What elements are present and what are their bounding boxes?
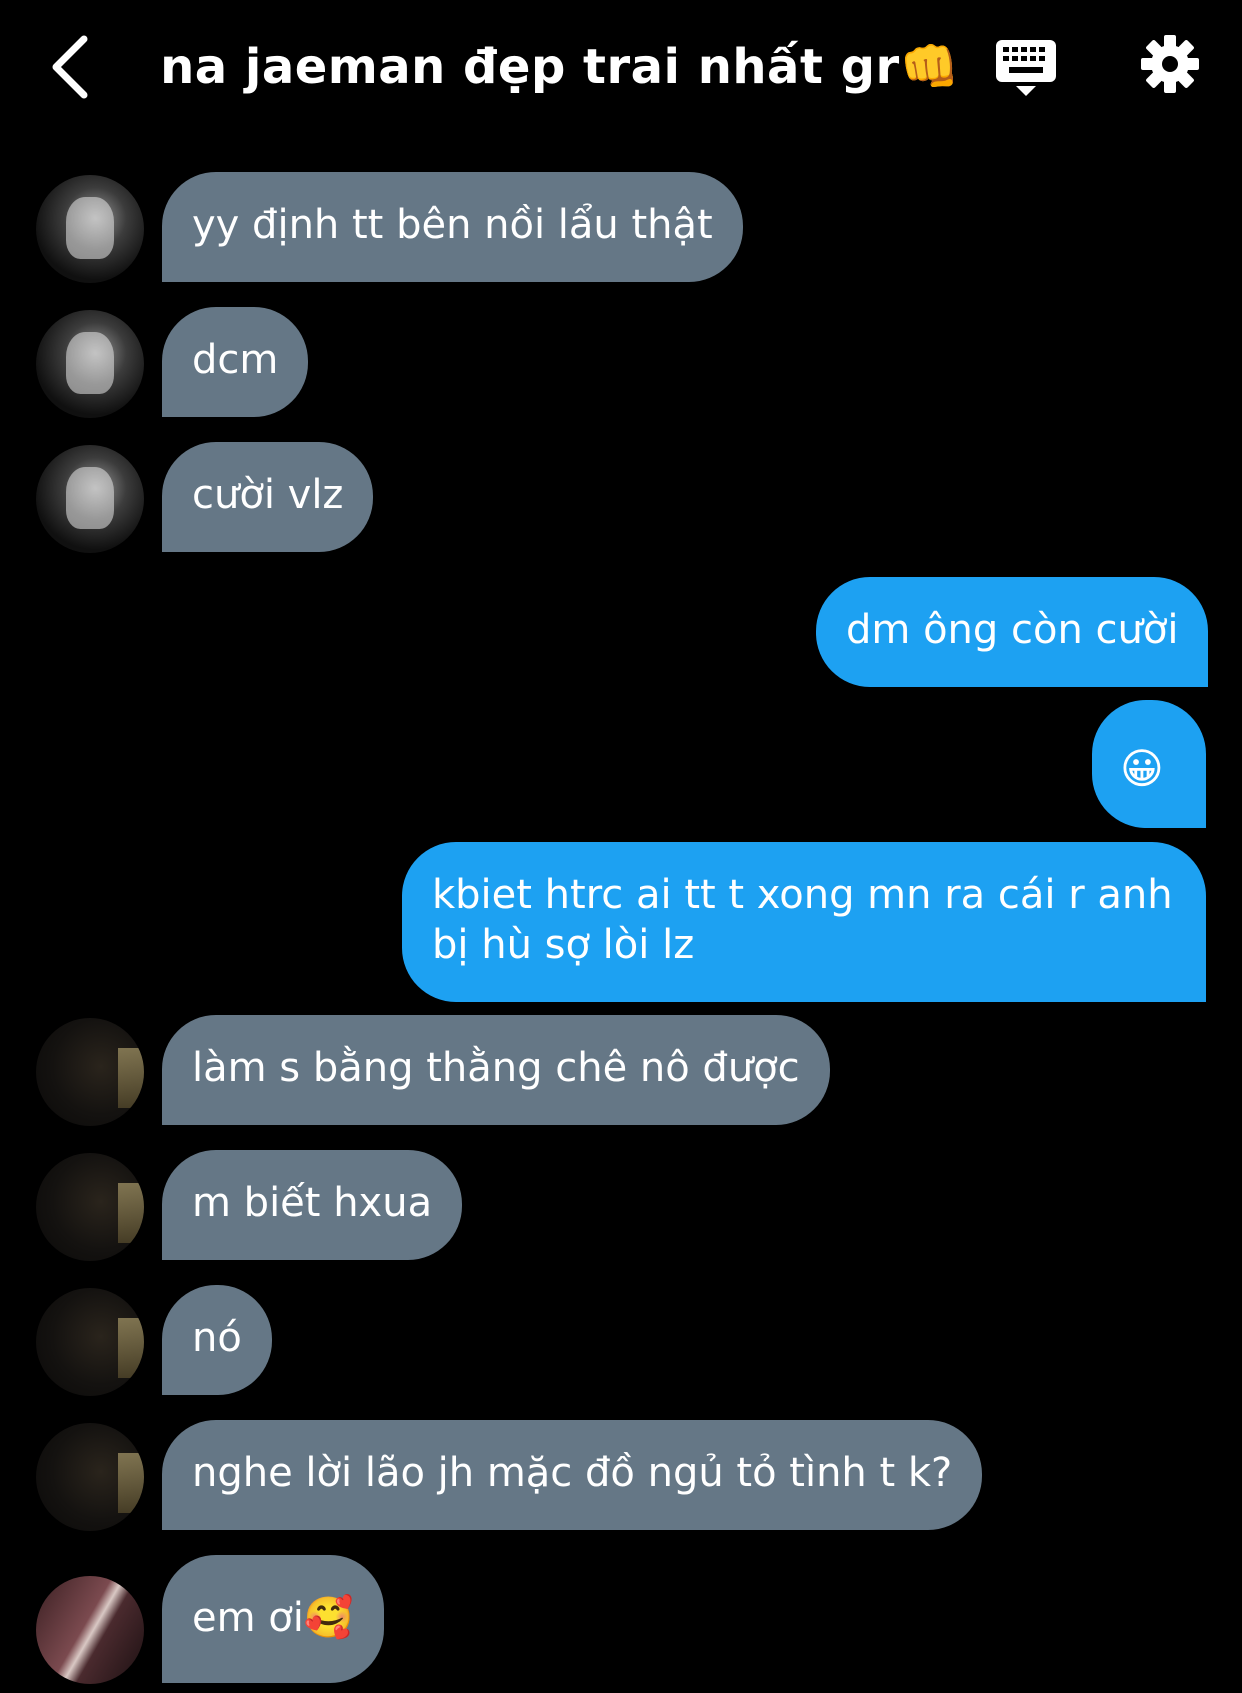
avatar[interactable] xyxy=(36,1018,144,1126)
message-bubble-incoming[interactable]: cười vlz xyxy=(162,442,374,552)
message-bubble-incoming[interactable]: nghe lời lão jh mặc đồ ngủ tỏ tình t k? xyxy=(162,1420,983,1530)
avatar[interactable] xyxy=(36,175,144,283)
chat-title: na jaeman đẹp trai nhất gr👊 xyxy=(160,39,960,95)
message-bubble-outgoing[interactable]: kbiet htrc ai tt t xong mn ra cái r anh … xyxy=(402,842,1206,1002)
avatar[interactable] xyxy=(36,1153,144,1261)
gear-icon xyxy=(1141,35,1199,93)
message-bubble-outgoing[interactable]: 😀 xyxy=(1092,700,1206,828)
message-bubble-incoming[interactable]: yy định tt bên nồi lẩu thật xyxy=(162,172,743,282)
avatar[interactable] xyxy=(36,1576,144,1684)
message-bubble-incoming[interactable]: m biết hxua xyxy=(162,1150,463,1260)
keyboard-button[interactable] xyxy=(992,36,1060,100)
message-bubble-incoming[interactable]: dcm xyxy=(162,307,309,417)
settings-button[interactable] xyxy=(1138,32,1202,96)
message-bubble-incoming[interactable]: làm s bằng thằng chê nô được xyxy=(162,1015,830,1125)
message-bubble-incoming[interactable]: em ơi🥰 xyxy=(162,1555,384,1683)
message-bubble-incoming[interactable]: nó xyxy=(162,1285,272,1395)
chat-header: na jaeman đẹp trai nhất gr👊 xyxy=(0,0,1242,150)
chevron-left-icon xyxy=(52,35,88,99)
avatar[interactable] xyxy=(36,445,144,553)
avatar[interactable] xyxy=(36,1288,144,1396)
avatar[interactable] xyxy=(36,310,144,418)
avatar[interactable] xyxy=(36,1423,144,1531)
keyboard-icon xyxy=(996,40,1056,96)
message-bubble-outgoing[interactable]: dm ông còn cười xyxy=(816,577,1209,687)
back-button[interactable] xyxy=(40,32,100,102)
